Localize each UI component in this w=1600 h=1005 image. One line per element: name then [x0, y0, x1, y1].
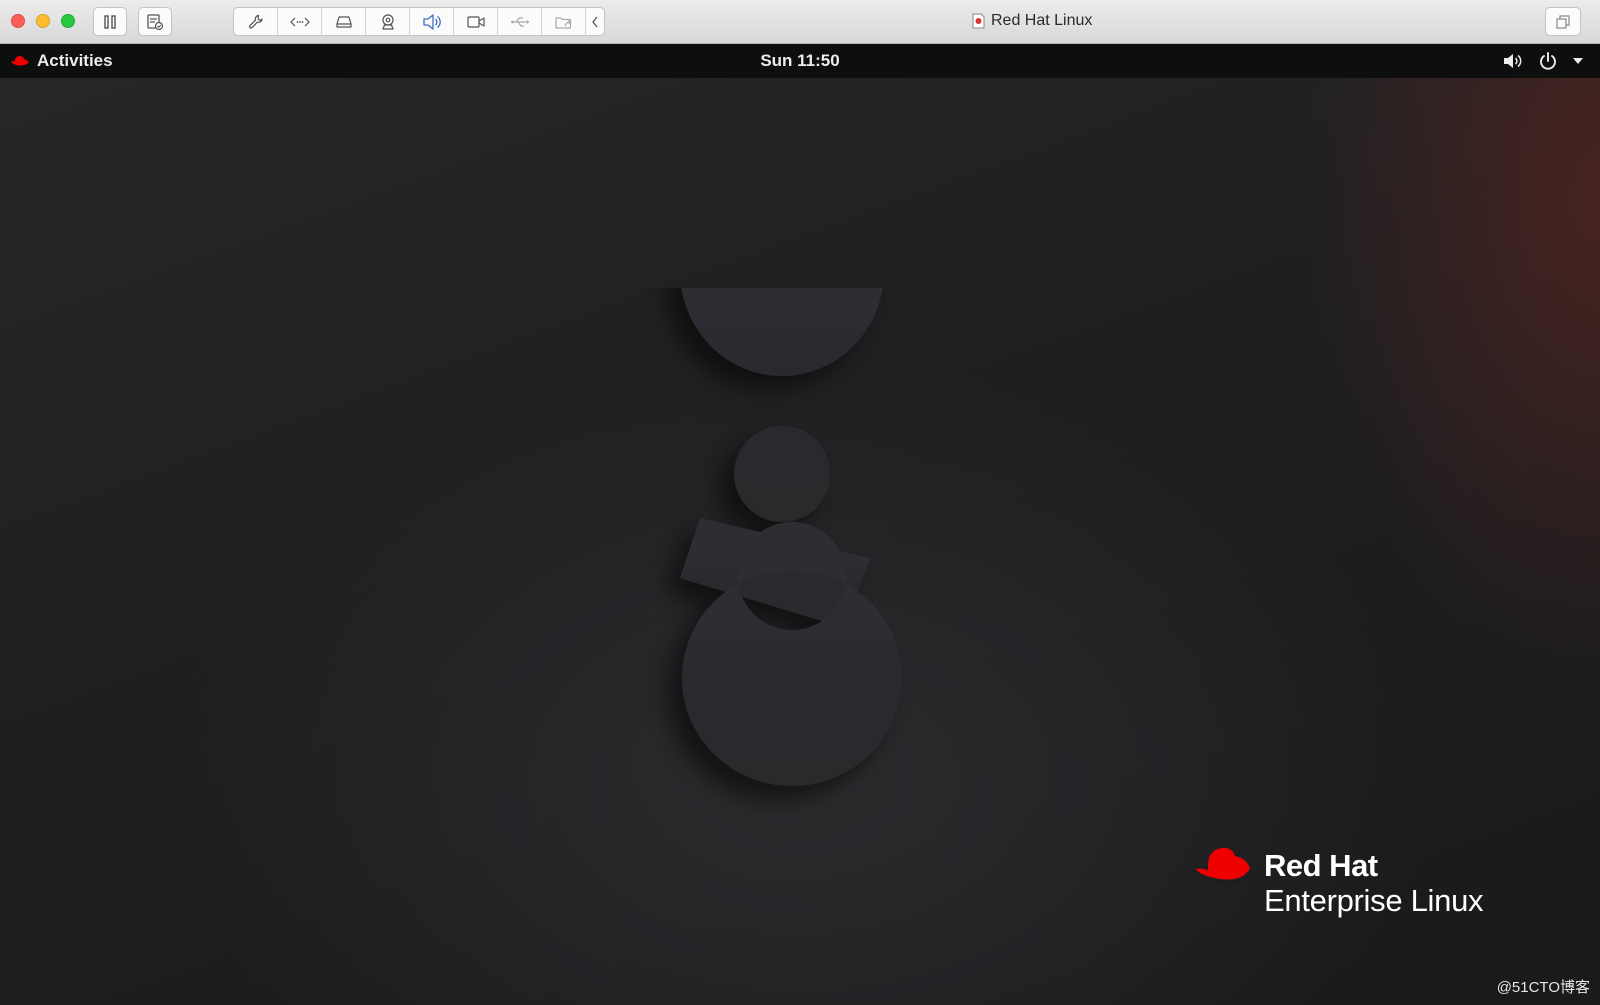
window-close-button[interactable]	[11, 14, 25, 28]
sound-button[interactable]	[410, 8, 454, 35]
vm-window-titlebar: Red Hat Linux	[0, 0, 1600, 44]
camera-device-icon	[381, 13, 394, 30]
shared-folder-icon	[554, 16, 571, 29]
activities-button[interactable]: Activities	[10, 44, 113, 78]
usb-icon	[510, 16, 529, 27]
redhat-logo-hat-icon	[1192, 847, 1253, 884]
fullscreen-toggle-button[interactable]	[1545, 7, 1581, 36]
clock-container: Sun 11:50	[0, 44, 1600, 78]
volume-icon	[1504, 54, 1522, 68]
window-minimize-button[interactable]	[36, 14, 50, 28]
collapse-chevron-icon	[592, 16, 598, 27]
document-icon	[972, 13, 985, 29]
hard-disk-icon	[335, 15, 352, 28]
pause-vm-button[interactable]	[93, 7, 127, 36]
video-camera-button[interactable]	[454, 8, 498, 35]
device-toolbar	[233, 7, 605, 36]
system-tray[interactable]	[1502, 44, 1584, 78]
activities-label: Activities	[37, 51, 113, 70]
desktop-wallpaper: Red Hat Enterprise Linux @51CTO博客	[0, 78, 1600, 1005]
pause-icon	[104, 14, 116, 29]
usb-button[interactable]	[498, 8, 542, 35]
video-camera-icon	[466, 15, 485, 28]
network-icon	[289, 17, 310, 26]
clock-button[interactable]: Sun 11:50	[760, 51, 839, 70]
window-title: Red Hat Linux	[972, 12, 1092, 30]
brand-product: Enterprise Linux	[1264, 883, 1484, 918]
power-icon	[1540, 52, 1556, 70]
camera-device-button[interactable]	[366, 8, 410, 35]
collapse-toolbar-button[interactable]	[586, 8, 604, 35]
rhel-brand-text: Red Hat Enterprise Linux	[1264, 848, 1484, 918]
gnome-top-bar: Activities Sun 11:50	[0, 44, 1600, 78]
brand-name: Red Hat	[1264, 848, 1378, 883]
hard-disk-button[interactable]	[322, 8, 366, 35]
window-zoom-button[interactable]	[61, 14, 75, 28]
dropdown-arrow-icon	[1573, 58, 1583, 64]
redhat-enterprise-linux-logo: Red Hat Enterprise Linux	[1192, 844, 1484, 918]
settings-wrench-icon	[248, 14, 263, 29]
sound-icon	[422, 13, 441, 30]
window-title-text: Red Hat Linux	[991, 12, 1093, 29]
shared-folder-button[interactable]	[542, 8, 586, 35]
rhel-8-wallpaper-numeral	[680, 288, 902, 786]
settings-button[interactable]	[234, 8, 278, 35]
network-button[interactable]	[278, 8, 322, 35]
window-restore-icon	[1556, 14, 1570, 29]
snapshot-button[interactable]	[138, 7, 172, 36]
redhat-hat-icon	[11, 56, 30, 67]
snapshot-icon	[147, 13, 164, 30]
watermark: @51CTO博客	[1496, 979, 1590, 996]
